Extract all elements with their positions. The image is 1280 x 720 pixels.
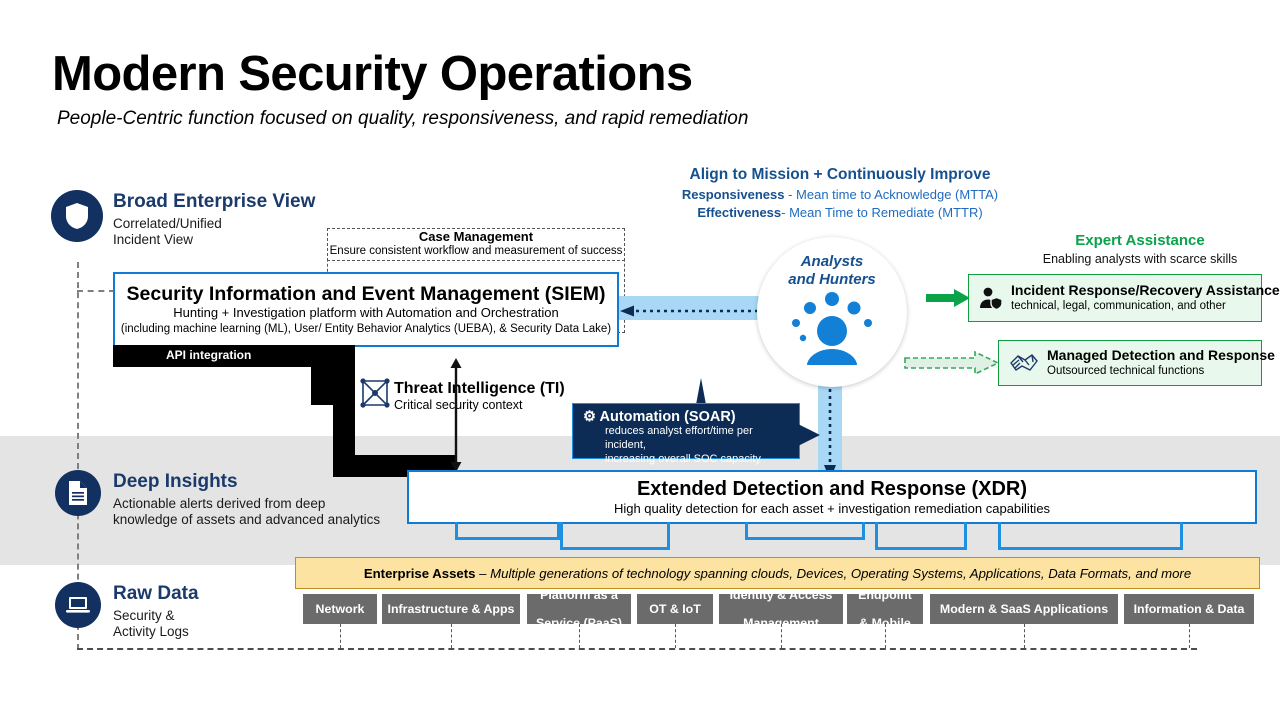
managed-detection-response-box[interactable]: Managed Detection and Response Outsource… — [998, 340, 1275, 386]
xdr-bracket-3 — [745, 522, 865, 540]
raw-data-icon-circle — [55, 582, 101, 628]
broad-enterprise-view-line2: Incident View — [113, 232, 194, 247]
asset-chip[interactable]: Modern & SaaS Applications — [930, 594, 1118, 624]
analyst-person-icon — [792, 292, 872, 365]
analysts-to-mdr-dashed-arrow — [904, 350, 1000, 376]
asset-chip-label: Information & Data — [1133, 601, 1245, 616]
handshake-icon — [1010, 354, 1038, 371]
asset-chip-label: Platform as a — [540, 587, 618, 602]
asset-chip-label: Identity & Access — [729, 587, 833, 602]
asset-chip-tick — [885, 624, 886, 648]
siem-box[interactable]: Security Information and Event Managemen… — [113, 272, 619, 347]
enterprise-assets-label: Enterprise Assets — [363, 565, 476, 581]
enterprise-assets-text: Enterprise Assets – Multiple generations… — [364, 566, 1191, 581]
raw-data-title: Raw Data — [113, 583, 199, 604]
align-to-mission-block: Align to Mission + Continuously Improve … — [640, 165, 1040, 222]
laptop-icon — [66, 597, 90, 613]
api-integration-vertical — [333, 345, 355, 455]
asset-chip-label: Infrastructure & Apps — [387, 601, 515, 616]
asset-chip-tick — [579, 624, 580, 648]
case-management-subtitle: Ensure consistent workflow and measureme… — [329, 245, 623, 258]
soar-sub1: reduces analyst effort/time per incident… — [605, 425, 753, 451]
page-title: Modern Security Operations — [52, 47, 693, 101]
incident-response-subtitle: technical, legal, communication, and oth… — [1011, 300, 1226, 313]
align-line2-rest: - Mean Time to Remediate (MTTR) — [781, 205, 983, 221]
left-rail-stub — [77, 290, 115, 292]
broad-enterprise-view-icon-circle — [51, 190, 103, 242]
asset-chip-tick — [675, 624, 676, 648]
asset-chip[interactable]: Information & Data — [1124, 594, 1254, 624]
xdr-title: Extended Detection and Response (XDR) — [636, 478, 1028, 501]
shield-icon — [66, 203, 88, 229]
asset-chip-tick — [781, 624, 782, 648]
expert-assistance-title: Expert Assistance — [1075, 232, 1205, 249]
broad-enterprise-view-title: Broad Enterprise View — [113, 191, 316, 212]
siem-sub2: (including machine learning (ML), User/ … — [120, 322, 612, 335]
person-shield-icon — [980, 287, 1003, 311]
soar-title: ⚙ Automation (SOAR) — [583, 409, 791, 425]
analysts-to-xdr-dotted-arrow — [822, 375, 838, 480]
document-icon — [69, 481, 87, 505]
asset-chip[interactable]: OT & IoT — [637, 594, 713, 624]
asset-chip[interactable]: Platform as a Service (PaaS) — [527, 588, 631, 630]
analysts-to-ir-arrow — [926, 288, 970, 308]
xdr-bracket-4 — [875, 522, 967, 550]
gear-icon: ⚙ — [583, 409, 596, 425]
analysts-and-hunters-circle[interactable]: Analysts and Hunters — [757, 237, 907, 387]
deep-insights-line2: knowledge of assets and advanced analyti… — [113, 512, 381, 527]
threat-intelligence-double-arrow — [449, 358, 463, 472]
deep-insights-icon-circle — [55, 470, 101, 516]
asset-chip[interactable]: Endpoint & Mobile — [847, 588, 923, 630]
analysts-label-line2: and Hunters — [788, 271, 876, 288]
threat-intelligence-title: Threat Intelligence (TI) — [394, 380, 565, 397]
asset-chip-label: Modern & SaaS Applications — [939, 601, 1109, 616]
case-management-title: Case Management — [418, 229, 534, 245]
expert-assistance-subtitle: Enabling analysts with scarce skills — [1042, 251, 1238, 266]
raw-data-line2: Activity Logs — [113, 624, 189, 639]
siem-sub1: Hunting + Investigation platform with Au… — [173, 305, 559, 321]
managed-detection-title: Managed Detection and Response — [1047, 347, 1275, 364]
expert-assistance-block: Expert Assistance Enabling analysts with… — [1002, 231, 1278, 267]
asset-chip-tick — [1189, 624, 1190, 648]
xdr-bracket-5 — [998, 522, 1183, 550]
align-line-effectiveness: Effectiveness- Mean Time to Remediate (M… — [640, 204, 1040, 222]
align-line2-bold: Effectiveness — [697, 205, 782, 221]
managed-detection-subtitle: Outsourced technical functions — [1047, 365, 1205, 378]
xdr-bracket-1 — [455, 522, 560, 540]
align-line1-rest: - Mean time to Acknowledge (MTTA) — [784, 186, 999, 202]
asset-chip-label: Endpoint — [858, 587, 912, 602]
page-subtitle: People-Centric function focused on quali… — [57, 108, 749, 129]
automation-soar-box[interactable]: ⚙ Automation (SOAR) reduces analyst effo… — [572, 403, 800, 465]
align-line-responsiveness: Responsiveness - Mean time to Acknowledg… — [640, 186, 1040, 204]
soar-title-text: Automation (SOAR) — [599, 409, 736, 425]
asset-chip[interactable]: Infrastructure & Apps — [382, 594, 520, 624]
asset-chip[interactable]: Identity & Access Management — [719, 588, 843, 630]
enterprise-assets-bar[interactable]: Enterprise Assets – Multiple generations… — [295, 557, 1260, 589]
asset-chip[interactable]: Network — [303, 594, 377, 624]
case-management-box[interactable]: Case Management Ensure consistent workfl… — [327, 228, 625, 261]
incident-response-assistance-box[interactable]: Incident Response/Recovery Assistance te… — [968, 274, 1280, 322]
enterprise-assets-description: – Multiple generations of technology spa… — [475, 565, 1192, 581]
xdr-box[interactable]: Extended Detection and Response (XDR) Hi… — [407, 470, 1257, 524]
api-integration-label: API integration — [166, 348, 252, 362]
analysts-label: Analysts and Hunters — [788, 253, 876, 289]
asset-chip-label: Network — [315, 601, 365, 616]
soar-callout-tail — [798, 424, 820, 446]
align-title: Align to Mission + Continuously Improve — [689, 166, 991, 183]
soar-sub2: increasing overall SOC capacity — [605, 452, 761, 465]
xdr-bracket-2 — [560, 522, 670, 550]
asset-chip-tick — [1024, 624, 1025, 648]
bottom-dashed-line — [77, 648, 1197, 650]
threat-network-icon — [358, 376, 392, 410]
align-line1-bold: Responsiveness — [681, 186, 785, 202]
diagram-canvas: Modern Security Operations People-Centri… — [0, 0, 1280, 720]
siem-title: Security Information and Event Managemen… — [126, 282, 606, 305]
asset-chip-tick — [340, 624, 341, 648]
xdr-subtitle: High quality detection for each asset + … — [613, 501, 1051, 517]
asset-chip-label: OT & IoT — [649, 601, 701, 616]
deep-insights-title: Deep Insights — [113, 471, 238, 492]
asset-chip-tick — [451, 624, 452, 648]
incident-response-title: Incident Response/Recovery Assistance — [1011, 282, 1280, 299]
analysts-label-line1: Analysts — [800, 253, 864, 270]
